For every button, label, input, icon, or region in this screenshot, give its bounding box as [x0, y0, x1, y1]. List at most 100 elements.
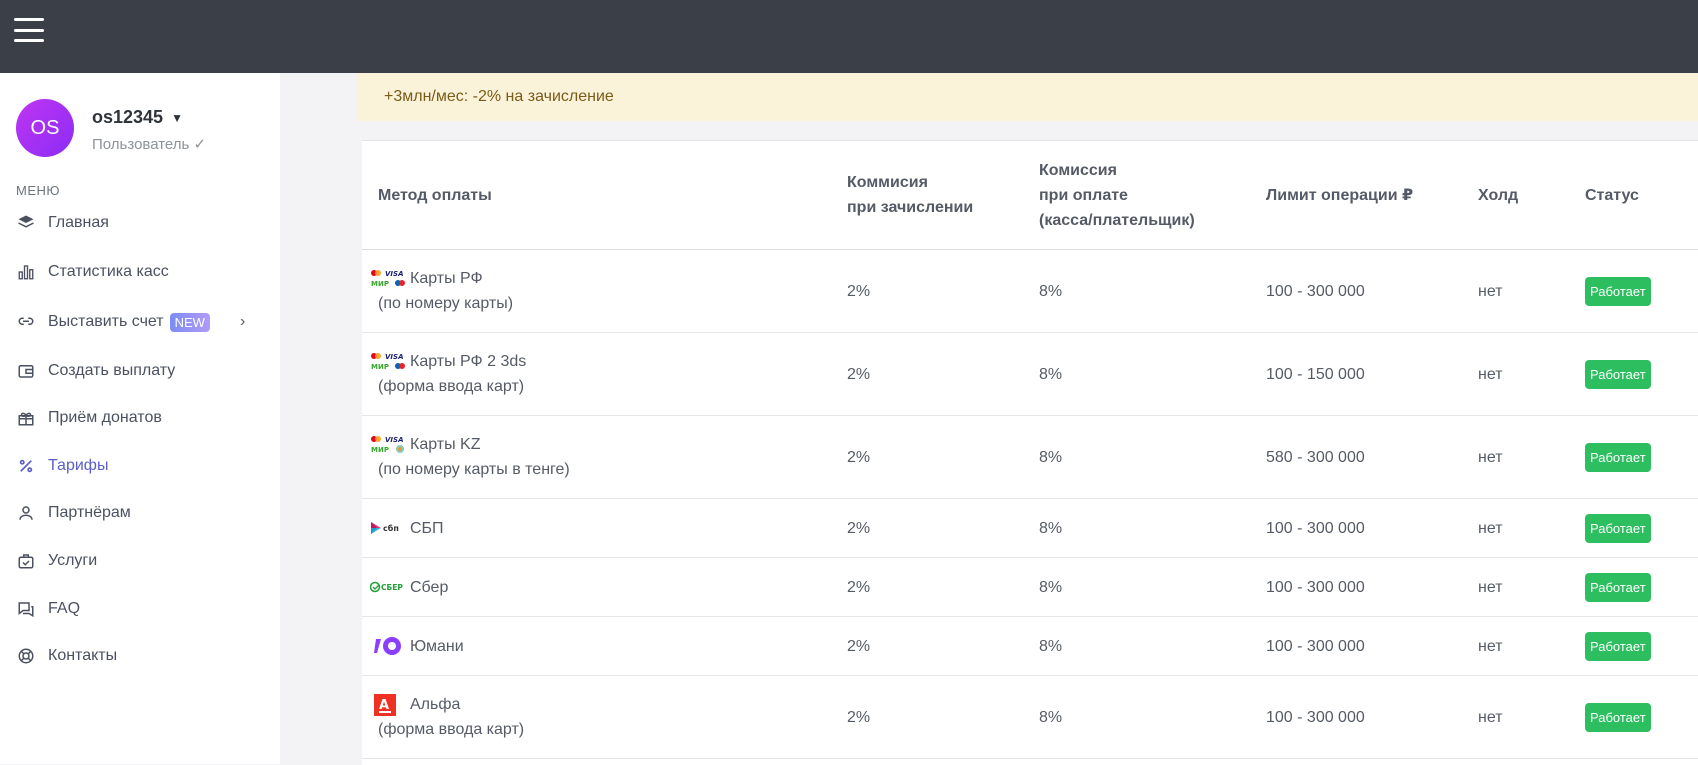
status-badge: Работает	[1585, 359, 1651, 389]
chevron-right-icon[interactable]: ›	[240, 313, 245, 331]
status-badge: Работает	[1585, 702, 1651, 732]
table-row: VISA МИР Карты РФ (по номеру карты) 2% 8%…	[362, 249, 1698, 333]
header-commission-in-line-1: Коммисия	[847, 174, 928, 191]
yoomoney-logo	[370, 635, 406, 657]
commission-in-cell: 2%	[831, 249, 1023, 333]
commission-pay-cell: 8%	[1023, 415, 1250, 499]
commission-in-cell: 2%	[831, 332, 1023, 416]
lifebuoy-icon	[16, 646, 36, 666]
status-badge: Работает	[1585, 631, 1651, 661]
status-badge: Работает	[1585, 276, 1651, 306]
commission-pay-cell: 8%	[1023, 332, 1250, 416]
method-title: Карты РФ	[410, 270, 483, 287]
limit-cell: 100 - 300 000	[1250, 249, 1462, 333]
svg-text:VISA: VISA	[385, 436, 403, 444]
sidebar-item-services[interactable]: Услуги	[16, 546, 266, 576]
briefcase-check-icon	[16, 551, 36, 571]
sidebar-item-donations[interactable]: Приём донатов	[16, 403, 266, 433]
method-cell: VISA МИР Карты РФ (по номеру карты)	[362, 249, 831, 333]
avatar[interactable]: OS	[16, 99, 74, 157]
method-subtitle: (по номеру карты в тенге)	[378, 461, 570, 478]
double-chevron-down-icon[interactable]: ▼	[171, 111, 183, 125]
hold-cell: нет	[1462, 616, 1569, 676]
commission-pay-cell: 8%	[1023, 675, 1250, 759]
sidebar-item-invoice[interactable]: Выставить счет NEW ›	[16, 307, 266, 337]
method-cell: Юмани	[362, 616, 831, 676]
alfa-logo: А	[370, 693, 406, 716]
header-hold-text: Холд	[1478, 186, 1519, 204]
sidebar-item-label: Выставить счет	[48, 313, 164, 330]
limit-cell: 100 - 300 000	[1250, 675, 1462, 759]
sidebar-item-home[interactable]: Главная	[16, 208, 266, 238]
menu-caption: МЕНЮ	[16, 183, 61, 198]
limit-cell: 580 - 300 000	[1250, 415, 1462, 499]
header-commission-in: Коммисия при зачислении	[831, 141, 1023, 250]
limit-cell: 100 - 300 000	[1250, 616, 1462, 676]
commission-in-cell: 2%	[831, 675, 1023, 759]
header-commission-pay-line-3: (касса/плательщик)	[1039, 211, 1195, 229]
method-title: СБП	[410, 519, 444, 537]
avatar-initials: OS	[30, 116, 60, 139]
sber-logo: СБЕР	[370, 580, 406, 594]
method-cell: А Альфа (форма ввода карт)	[362, 675, 831, 759]
limit-cell: 100 - 150 000	[1250, 332, 1462, 416]
svg-text:МИР: МИР	[371, 363, 389, 371]
mir-visa-mc-logo: VISA МИР	[370, 269, 406, 289]
method-title: Юмани	[410, 637, 464, 655]
notice-banner: +3млн/мес: -2% на зачисление	[358, 73, 1698, 121]
sidebar: OS os12345 ▼ Пользователь ✓ МЕНЮ Главная…	[0, 73, 280, 764]
table-row: Юмани 2% 8% 100 - 300 000 нет Работает	[362, 616, 1698, 676]
method-cell: VISA МИР Карты KZ (по номеру карты в тенг…	[362, 415, 831, 499]
status-cell: Работает	[1569, 616, 1698, 676]
sidebar-item-payout[interactable]: Создать выплату	[16, 356, 266, 386]
limit-cell: 100 - 300 000	[1250, 557, 1462, 617]
commission-in-cell: 2%	[831, 616, 1023, 676]
gift-icon	[16, 408, 36, 428]
wallet-icon	[16, 361, 36, 381]
user-name[interactable]: os12345 ▼	[92, 107, 183, 128]
table-row: сбп СБП 2% 8% 100 - 300 000 нет Работает	[362, 498, 1698, 558]
commission-pay-cell: 8%	[1023, 557, 1250, 617]
mir-visa-kz-logo: VISA МИР	[370, 435, 406, 455]
percent-icon	[16, 456, 36, 476]
sidebar-item-label: Статистика касс	[48, 263, 169, 280]
header-status-text: Статус	[1585, 186, 1639, 204]
limit-cell: 100 - 300 000	[1250, 498, 1462, 558]
sidebar-item-stats[interactable]: Статистика касс	[16, 257, 266, 287]
hold-cell: нет	[1462, 415, 1569, 499]
hold-cell: нет	[1462, 249, 1569, 333]
commission-pay-cell: 8%	[1023, 616, 1250, 676]
tariffs-table: Метод оплаты Коммисия при зачислении Коми…	[362, 140, 1698, 765]
sidebar-item-label: Услуги	[48, 552, 98, 569]
header-limit: Лимит операции ₽	[1250, 141, 1462, 250]
header-commission-pay-line-2: при оплате	[1039, 186, 1128, 204]
sidebar-item-label: Создать выплату	[48, 362, 176, 379]
user-role: Пользователь ✓	[92, 136, 207, 153]
hamburger-menu-icon[interactable]	[14, 18, 44, 42]
commission-in-cell: 2%	[831, 498, 1023, 558]
method-subtitle: (форма ввода карт)	[378, 378, 525, 395]
sidebar-item-tariffs[interactable]: Тарифы	[16, 451, 266, 481]
sidebar-item-contacts[interactable]: Контакты	[16, 641, 266, 671]
mir-visa-mc-logo: VISA МИР	[370, 352, 406, 372]
status-badge: Работает	[1585, 572, 1651, 602]
hold-cell: нет	[1462, 557, 1569, 617]
method-title: Альфа	[410, 696, 461, 713]
link-icon	[16, 312, 36, 332]
bar-chart-icon	[16, 262, 36, 282]
table-row: СБЕР Сбер 2% 8% 100 - 300 000 нет Работа…	[362, 557, 1698, 617]
header-commission-in-line-2: при зачислении	[847, 199, 974, 216]
user-icon	[16, 503, 36, 523]
sidebar-item-faq[interactable]: FAQ	[16, 594, 266, 624]
method-title: Карты KZ	[410, 436, 481, 453]
header-commission-pay: Комиссия при оплате (касса/плательщик)	[1023, 141, 1250, 250]
svg-text:VISA: VISA	[385, 353, 403, 361]
commission-in-cell: 2%	[831, 557, 1023, 617]
hold-cell: нет	[1462, 675, 1569, 759]
sidebar-item-partners[interactable]: Партнёрам	[16, 498, 266, 528]
method-subtitle: (форма ввода карт)	[378, 721, 525, 738]
sidebar-item-label: FAQ	[48, 600, 81, 617]
svg-text:МИР: МИР	[371, 446, 389, 454]
sber-logo-text: СБЕР	[381, 583, 403, 592]
status-cell: Работает	[1569, 415, 1698, 499]
